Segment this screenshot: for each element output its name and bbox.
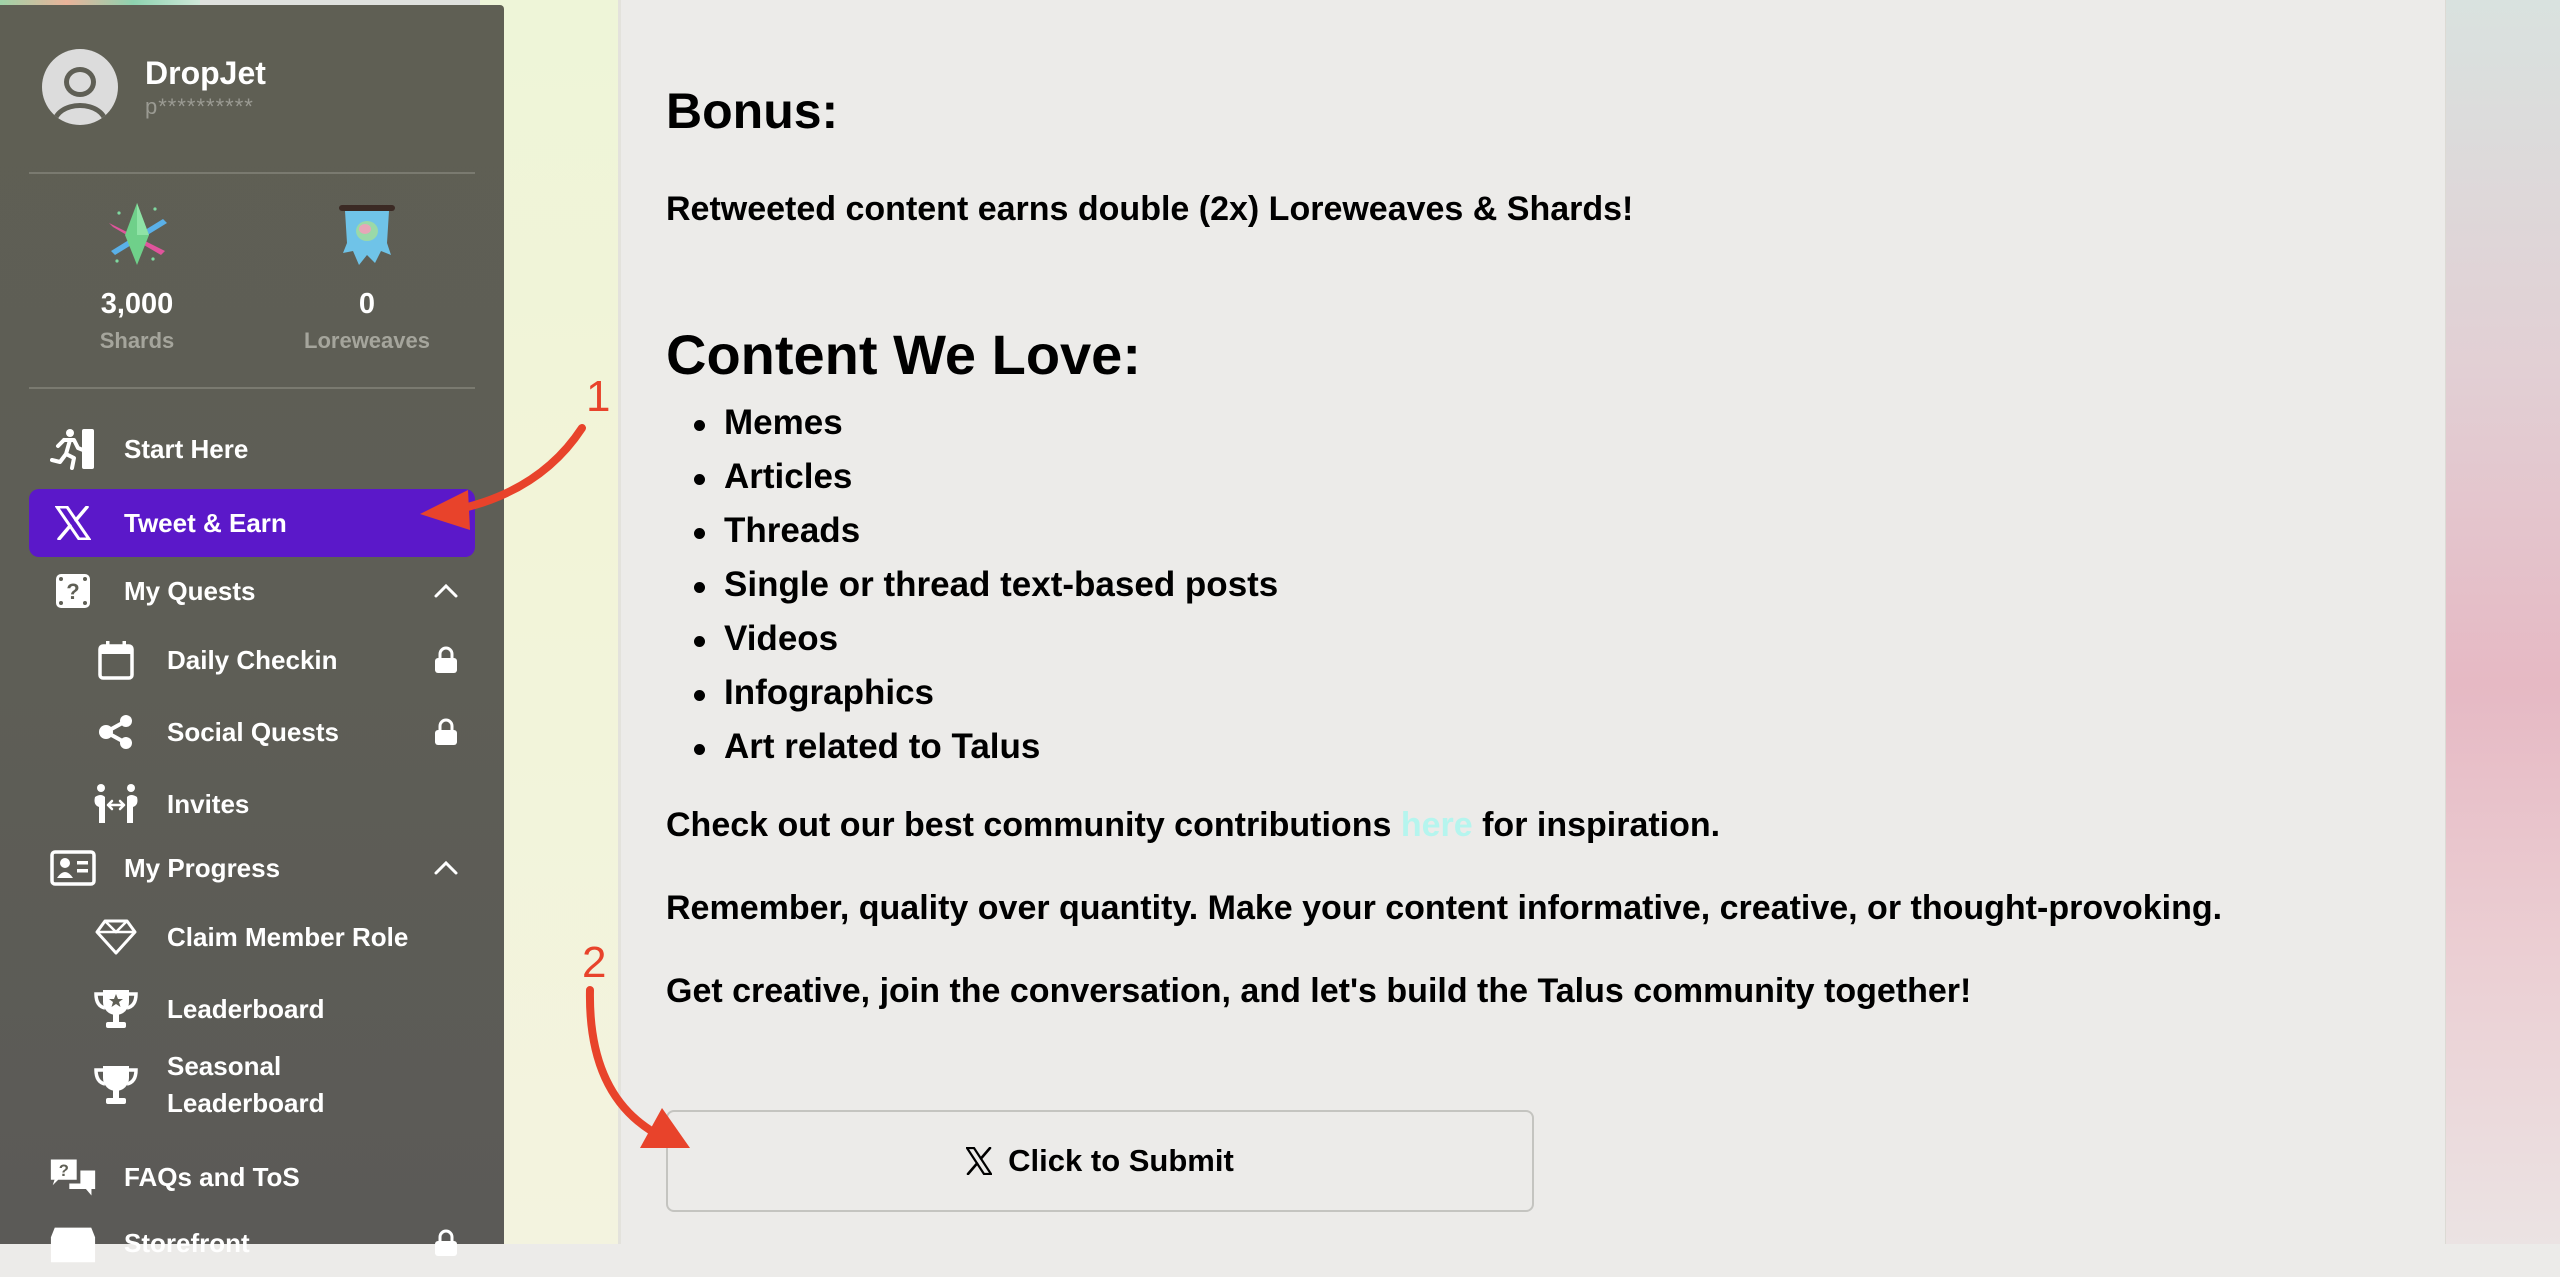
- x-logo-icon: [49, 499, 97, 547]
- shard-crystal-icon: [105, 203, 169, 269]
- list-item: Articles: [666, 450, 1278, 504]
- username: DropJet: [145, 55, 266, 91]
- sidebar-item-my-quests[interactable]: ? My Quests: [29, 557, 475, 625]
- list-item: Infographics: [666, 666, 1278, 720]
- get-creative-text: Get creative, join the conversation, and…: [666, 972, 1972, 1010]
- id-card-icon: [49, 844, 97, 892]
- shards-label: Shards: [99, 328, 175, 353]
- trophy-icon: [92, 1061, 140, 1109]
- sidebar-item-claim-member-role[interactable]: Claim Member Role: [29, 903, 475, 971]
- share-icon: [92, 708, 140, 756]
- here-link[interactable]: here: [1401, 806, 1473, 844]
- invite-people-icon: [92, 780, 140, 828]
- sidebar-item-label-line1: Seasonal: [167, 1051, 282, 1081]
- annotation-step-1: 1: [586, 372, 611, 421]
- sidebar-divider: [29, 387, 475, 389]
- faq-chat-icon: ?: [49, 1153, 97, 1201]
- loreweave-banner-icon: [335, 203, 399, 269]
- calendar-icon: [92, 636, 140, 684]
- sidebar-item-label: Start Here: [124, 433, 249, 464]
- content-types-list: Memes Articles Threads Single or thread …: [666, 396, 1278, 774]
- trophy-star-icon: [92, 985, 140, 1033]
- sidebar-item-label: Social Quests: [167, 716, 339, 747]
- lock-icon: [431, 645, 461, 675]
- store-icon: [49, 1219, 97, 1267]
- main-panel-left-border: [618, 0, 621, 1244]
- lock-icon: [431, 1228, 461, 1258]
- chevron-up-icon[interactable]: [431, 576, 461, 606]
- inspiration-text: Check out our best community contributio…: [666, 806, 1721, 844]
- masked-handle: p**********: [145, 94, 254, 119]
- annotation-step-2: 2: [582, 938, 607, 987]
- svg-text:?: ?: [66, 579, 79, 604]
- balance-stats: 3,000 Shards 0 Loreweaves: [0, 203, 504, 373]
- running-exit-icon: [49, 425, 97, 473]
- sidebar-item-label: Invites: [167, 788, 250, 819]
- sidebar-item-storefront[interactable]: Storefront: [29, 1209, 475, 1277]
- sidebar-item-start-here[interactable]: Start Here: [29, 415, 475, 483]
- quality-text: Remember, quality over quantity. Make yo…: [666, 889, 2223, 927]
- sidebar-item-label: Leaderboard: [167, 993, 325, 1024]
- sidebar-item-label: FAQs and ToS: [124, 1161, 300, 1192]
- sidebar-item-label: Tweet & Earn: [124, 507, 287, 538]
- bonus-text: Retweeted content earns double (2x) Lore…: [666, 190, 1634, 228]
- sidebar-item-label: Claim Member Role: [167, 921, 409, 952]
- question-box-icon: ?: [49, 567, 97, 615]
- stat-shards: 3,000 Shards: [22, 203, 252, 355]
- sidebar-item-seasonal-leaderboard[interactable]: Seasonal Leaderboard: [29, 1045, 475, 1125]
- content-we-love-heading: Content We Love:: [666, 323, 1141, 386]
- sidebar-divider: [29, 172, 475, 174]
- sidebar-item-label: Daily Checkin: [167, 644, 338, 675]
- sidebar-item-faqs[interactable]: ? FAQs and ToS: [29, 1143, 475, 1211]
- x-logo-icon: [966, 1147, 993, 1175]
- sidebar-item-label: Seasonal Leaderboard: [167, 1048, 325, 1122]
- sidebar-item-label: Storefront: [124, 1227, 250, 1258]
- sidebar-item-tweet-earn[interactable]: Tweet & Earn: [29, 489, 475, 557]
- chevron-up-icon[interactable]: [431, 853, 461, 883]
- submit-label: Click to Submit: [1008, 1143, 1234, 1178]
- sidebar-item-label: My Progress: [124, 852, 281, 883]
- list-item: Art related to Talus: [666, 720, 1278, 774]
- sidebar: DropJet p********** 3,000 Shards 0 Lorew…: [0, 5, 504, 1263]
- loreweaves-value: 0: [358, 288, 376, 320]
- user-avatar-icon: [42, 49, 118, 125]
- sidebar-item-label: My Quests: [124, 575, 256, 606]
- sidebar-item-invites[interactable]: Invites: [29, 770, 475, 838]
- bonus-heading: Bonus:: [666, 83, 839, 139]
- sidebar-item-my-progress[interactable]: My Progress: [29, 834, 475, 902]
- click-to-submit-button[interactable]: Click to Submit: [666, 1110, 1534, 1212]
- sidebar-item-label-line2: Leaderboard: [167, 1088, 325, 1118]
- list-item: Single or thread text-based posts: [666, 558, 1278, 612]
- sidebar-item-leaderboard[interactable]: Leaderboard: [29, 975, 475, 1043]
- shards-value: 3,000: [100, 288, 174, 320]
- list-item: Videos: [666, 612, 1278, 666]
- profile-header[interactable]: DropJet p**********: [42, 49, 266, 125]
- list-item: Memes: [666, 396, 1278, 450]
- stat-loreweaves: 0 Loreweaves: [252, 203, 482, 355]
- sidebar-item-daily-checkin[interactable]: Daily Checkin: [29, 626, 475, 694]
- loreweaves-label: Loreweaves: [304, 328, 430, 353]
- list-item: Threads: [666, 504, 1278, 558]
- sidebar-item-social-quests[interactable]: Social Quests: [29, 698, 475, 766]
- svg-text:?: ?: [59, 1161, 69, 1180]
- lock-icon: [431, 717, 461, 747]
- diamond-icon: [92, 913, 140, 961]
- background-right-gradient: [2446, 0, 2560, 1244]
